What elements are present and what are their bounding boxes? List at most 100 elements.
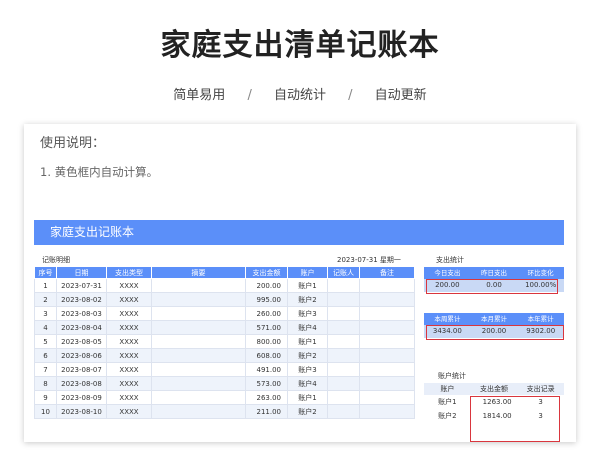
ledger-cell-no: 5 [34,334,57,349]
ledger-cell-date: 2023-08-04 [56,320,107,335]
ledger-cell-date: 2023-08-10 [56,404,107,419]
ledger-cell-amount: 263.00 [245,390,288,405]
ledger-cell-recorder [327,306,360,321]
stat-header: 本周累计 [424,313,471,325]
ledger-cell-amount: 995.00 [245,292,288,307]
feature-auto-stats: 自动统计 [273,88,326,103]
ledger-cell-type: XXXX [106,320,152,335]
ledger-cell-summary [151,306,246,321]
table-row: 6 2023-08-06 XXXX 608.00 账户2 [34,348,415,363]
table-row: 5 2023-08-05 XXXX 800.00 账户1 [34,334,415,349]
table-row: 4 2023-08-04 XXXX 571.00 账户4 [34,320,415,335]
ledger-cell-recorder [327,278,360,293]
ledger-cell-type: XXXX [106,376,152,391]
ledger-cell-note [359,348,415,363]
col-header: 日期 [56,266,107,279]
stat-header: 本月累计 [470,313,518,325]
ledger-cell-recorder [327,390,360,405]
ledger-cell-no: 4 [34,320,57,335]
ledger-cell-summary [151,390,246,405]
sheet-header: 家庭支出记账本 [34,220,564,245]
preview-card: 使用说明： 1. 黄色框内自动计算。 家庭支出记账本 记账明细 2023-07-… [24,124,576,442]
ledger-cell-type: XXXX [106,348,152,363]
ledger-cell-summary [151,362,246,377]
accounts-title: 账户统计 [438,372,466,380]
ledger-cell-note [359,278,415,293]
ledger-cell-account: 账户1 [287,390,328,405]
ledger-cell-date: 2023-08-07 [56,362,107,377]
ledger-cell-summary [151,320,246,335]
ledger-cell-date: 2023-08-06 [56,348,107,363]
ledger-cell-amount: 571.00 [245,320,288,335]
stat-header: 本年累计 [517,313,565,325]
ledger-cell-summary [151,404,246,419]
ledger-cell-no: 2 [34,292,57,307]
ledger-cell-amount: 491.00 [245,362,288,377]
ledger-cell-date: 2023-08-09 [56,390,107,405]
highlight-box [426,279,558,294]
ledger-cell-type: XXXX [106,292,152,307]
ledger-cell-account: 账户1 [287,278,328,293]
ledger-cell-account: 账户3 [287,306,328,321]
col-header: 序号 [34,266,57,279]
ledger-cell-no: 10 [34,404,57,419]
separator: / [348,88,353,103]
ledger-cell-summary [151,348,246,363]
table-row: 9 2023-08-09 XXXX 263.00 账户1 [34,390,415,405]
ledger-cell-amount: 260.00 [245,306,288,321]
col-header: 摘要 [151,266,246,279]
ledger-cell-type: XXXX [106,404,152,419]
col-header: 支出金额 [245,266,288,279]
separator: / [247,88,252,103]
table-row: 8 2023-08-08 XXXX 573.00 账户4 [34,376,415,391]
ledger-cell-summary [151,278,246,293]
col-header: 支出类型 [106,266,152,279]
ledger-cell-recorder [327,376,360,391]
ledger-cell-account: 账户2 [287,404,328,419]
ledger-cell-recorder [327,404,360,419]
stat-header: 环比变化 [517,267,565,279]
feature-auto-update: 自动更新 [374,88,427,103]
instructions-title: 使用说明： [40,136,106,151]
col-header: 备注 [359,266,415,279]
ledger-cell-note [359,320,415,335]
ledger-cell-account: 账户1 [287,334,328,349]
col-header: 记账人 [327,266,360,279]
ledger-header-row: 序号 日期 支出类型 摘要 支出金额 账户 记账人 备注 [34,266,415,279]
expense-sheet: 家庭支出记账本 记账明细 2023-07-31 星期一 序号 日期 支出类型 摘… [34,220,565,442]
ledger-cell-amount: 800.00 [245,334,288,349]
ledger-cell-type: XXXX [106,390,152,405]
col-header: 账户 [287,266,328,279]
ledger-cell-date: 2023-08-03 [56,306,107,321]
table-row: 1 2023-07-31 XXXX 200.00 账户1 [34,278,415,293]
account-name: 账户1 [424,395,471,409]
col-header: 支出金额 [470,383,518,395]
ledger-cell-note [359,306,415,321]
ledger-cell-note [359,404,415,419]
ledger-cell-type: XXXX [106,334,152,349]
ledger-table: 序号 日期 支出类型 摘要 支出金额 账户 记账人 备注 1 2023-07-31… [34,266,415,419]
ledger-cell-note [359,292,415,307]
ledger-cell-recorder [327,334,360,349]
ledger-cell-account: 账户4 [287,376,328,391]
feature-tagline: 简单易用 / 自动统计 / 自动更新 [0,84,600,103]
highlight-box [470,396,560,442]
current-date: 2023-07-31 星期一 [337,256,401,264]
ledger-cell-date: 2023-08-05 [56,334,107,349]
ledger-cell-account: 账户2 [287,292,328,307]
ledger-cell-amount: 211.00 [245,404,288,419]
stats-title: 支出统计 [436,256,464,264]
account-name: 账户2 [424,409,471,423]
ledger-cell-no: 6 [34,348,57,363]
ledger-cell-amount: 608.00 [245,348,288,363]
ledger-cell-account: 账户4 [287,320,328,335]
table-row: 10 2023-08-10 XXXX 211.00 账户2 [34,404,415,419]
ledger-cell-account: 账户3 [287,362,328,377]
ledger-cell-no: 8 [34,376,57,391]
ledger-cell-type: XXXX [106,278,152,293]
highlight-box [426,325,564,340]
account-header-row: 账户 支出金额 支出记录 [424,383,564,395]
ledger-cell-recorder [327,348,360,363]
ledger-cell-no: 9 [34,390,57,405]
ledger-cell-amount: 573.00 [245,376,288,391]
